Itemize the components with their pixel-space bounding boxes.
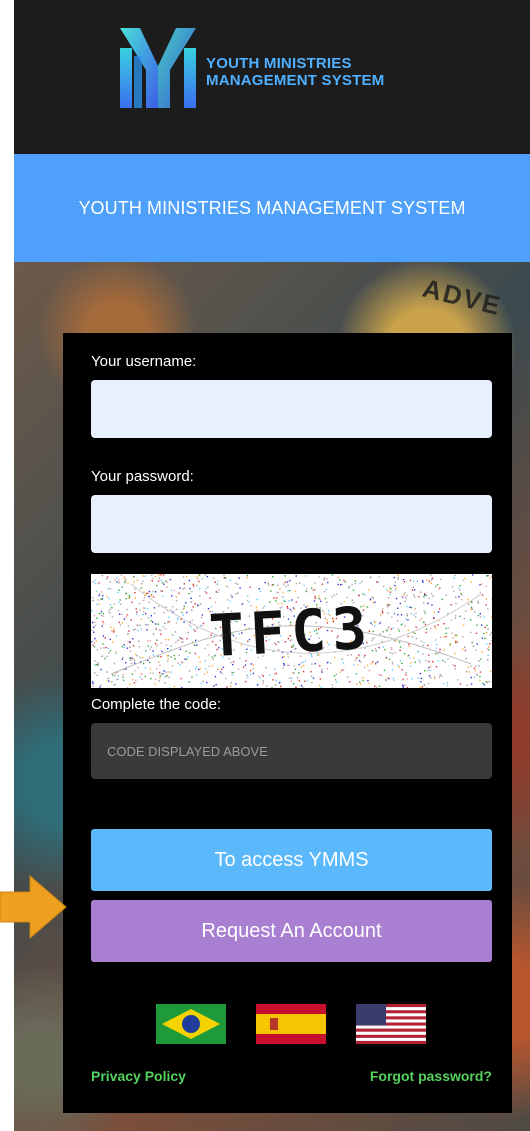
password-label: Your password: xyxy=(91,468,194,485)
title-banner: YOUTH MINISTRIES MANAGEMENT SYSTEM xyxy=(14,154,530,262)
username-input[interactable] xyxy=(91,380,492,438)
brazil-flag[interactable] xyxy=(156,1004,226,1044)
logo: YOUTH MINISTRIES MANAGEMENT SYSTEM xyxy=(118,26,384,110)
top-bar: YOUTH MINISTRIES MANAGEMENT SYSTEM xyxy=(14,0,530,154)
captcha-image: TFC3 xyxy=(91,574,492,688)
arrow-right-icon xyxy=(0,874,67,940)
captcha-text: TFC3 xyxy=(208,594,375,670)
code-label: Complete the code: xyxy=(91,696,222,713)
spain-flag[interactable] xyxy=(256,1004,326,1044)
usa-flag[interactable] xyxy=(356,1004,426,1044)
app: YOUTH MINISTRIES MANAGEMENT SYSTEM YOUTH… xyxy=(14,0,530,1131)
privacy-policy-link[interactable]: Privacy Policy xyxy=(91,1068,186,1084)
captcha-noise: TFC3 xyxy=(91,574,492,688)
forgot-password-link[interactable]: Forgot password? xyxy=(370,1068,492,1084)
language-selector xyxy=(63,1004,512,1046)
request-account-button[interactable]: Request An Account xyxy=(91,900,492,962)
banner-title: YOUTH MINISTRIES MANAGEMENT SYSTEM xyxy=(78,197,466,218)
username-label: Your username: xyxy=(91,353,197,370)
logo-text: YOUTH MINISTRIES MANAGEMENT SYSTEM xyxy=(206,55,384,89)
password-input[interactable] xyxy=(91,495,492,553)
logo-line-1: YOUTH MINISTRIES xyxy=(206,55,352,72)
access-button[interactable]: To access YMMS xyxy=(91,829,492,891)
ymms-logo-icon xyxy=(120,28,196,108)
logo-line-2: MANAGEMENT SYSTEM xyxy=(206,72,385,89)
code-input[interactable] xyxy=(91,723,492,779)
login-card: Your username: Your password: TFC3 Compl… xyxy=(63,333,512,1113)
